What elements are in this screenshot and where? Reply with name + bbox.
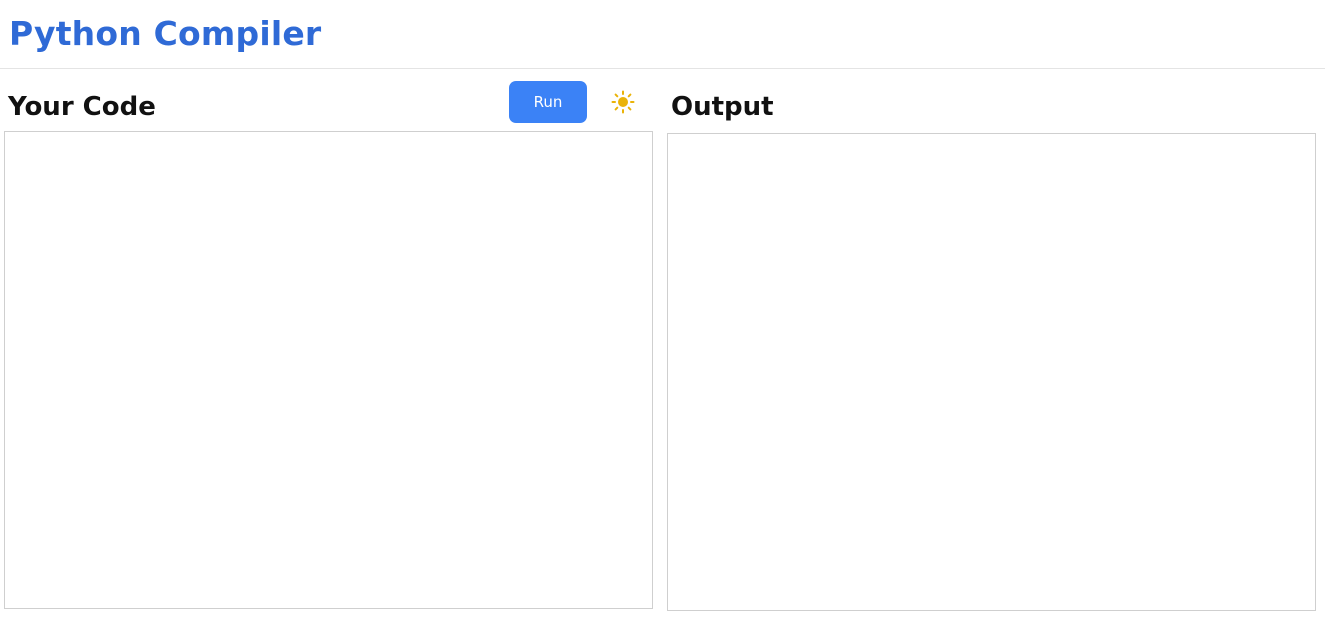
app-header: Python Compiler <box>0 0 1325 69</box>
theme-toggle-button[interactable] <box>611 90 635 114</box>
output-area <box>667 133 1316 611</box>
sun-icon <box>611 90 635 114</box>
code-panel-heading: Your Code <box>8 92 156 122</box>
run-button[interactable]: Run <box>509 81 587 123</box>
output-panel-heading: Output <box>671 92 774 122</box>
code-editor[interactable] <box>4 131 653 609</box>
page-title: Python Compiler <box>9 14 322 53</box>
